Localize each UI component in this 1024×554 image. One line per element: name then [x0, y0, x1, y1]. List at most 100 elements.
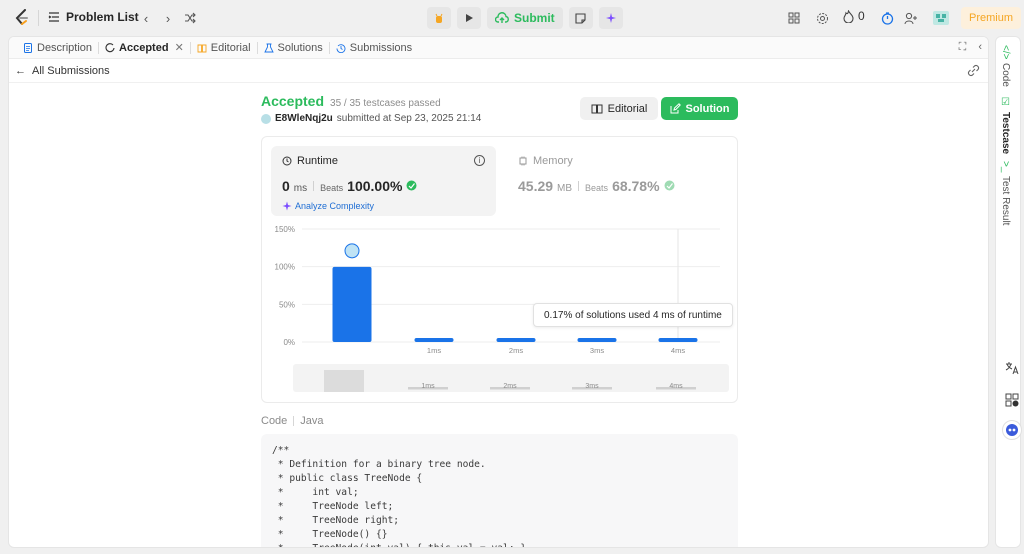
rail-testcase-label: Testcase — [1000, 112, 1011, 155]
editorial-button[interactable]: Editorial — [580, 97, 658, 120]
tab-label: Description — [37, 41, 93, 54]
notes-button[interactable] — [568, 7, 593, 29]
rail-code-label: Code — [1000, 63, 1011, 88]
runtime-title: Runtime — [297, 155, 338, 167]
runtime-value: 0 — [282, 178, 290, 194]
settings-icon[interactable] — [813, 9, 831, 27]
debug-button[interactable] — [427, 7, 451, 29]
runtime-beats-label: Beats — [320, 183, 344, 193]
bug-icon — [435, 13, 443, 23]
runtime-unit: ms — [293, 183, 308, 194]
code-block[interactable]: /** * Definition for a binary tree node.… — [261, 434, 738, 547]
tab-bar-actions: ⛶ ‹ — [959, 41, 982, 54]
avatar[interactable] — [931, 9, 951, 27]
overview-window — [324, 370, 364, 392]
checkbox-icon: ☑ — [1000, 97, 1011, 108]
rail-test-result-tab[interactable]: >_ Test Result — [1000, 161, 1011, 226]
tab-label: Solutions — [277, 41, 323, 54]
all-submissions-label: All Submissions — [32, 64, 110, 77]
premium-button[interactable]: Premium — [961, 7, 1021, 29]
all-submissions-link[interactable]: ← All Submissions — [15, 65, 110, 77]
tab-bar: Description Accepted ✕ Editorial Solutio… — [9, 37, 988, 59]
clock-icon — [282, 156, 292, 166]
username[interactable]: E8WleNqj2u — [275, 113, 333, 124]
streak-counter[interactable]: 0 — [843, 9, 865, 23]
submit-button[interactable]: Submit — [487, 7, 563, 29]
tab-accepted[interactable]: Accepted ✕ — [99, 37, 190, 59]
next-problem-icon[interactable]: › — [160, 10, 176, 26]
shuffle-icon[interactable] — [182, 10, 198, 26]
tab-solutions[interactable]: Solutions — [258, 37, 329, 59]
book-icon — [197, 44, 207, 52]
overview-tick-label: 2ms — [503, 383, 517, 390]
submission-status: Accepted — [261, 93, 325, 109]
chart-tooltip: 0.17% of solutions used 4 ms of runtime — [533, 303, 733, 327]
fire-icon — [843, 9, 854, 23]
rail-testcase-tab[interactable]: ☑ Testcase — [1000, 97, 1011, 154]
sparkle-icon — [282, 201, 292, 211]
add-friend-icon[interactable] — [902, 9, 920, 27]
run-button[interactable] — [457, 7, 481, 29]
close-icon[interactable]: ✕ — [175, 41, 184, 54]
maximize-icon[interactable]: ⛶ — [959, 41, 967, 54]
info-icon[interactable]: i — [474, 155, 485, 166]
overview-tick-label: 1ms — [421, 383, 435, 390]
y-tick-label: 0% — [283, 338, 295, 347]
tab-description[interactable]: Description — [17, 37, 98, 59]
testcases-passed: 35 / 35 testcases passed — [330, 98, 441, 109]
top-nav: Problem List ‹ › Submit 0 Premium — [0, 0, 1024, 36]
sparkle-icon — [605, 13, 616, 23]
overview-tick-label: 4ms — [669, 383, 683, 390]
book-icon — [591, 104, 603, 113]
memory-title: Memory — [533, 155, 573, 167]
code-language: Java — [300, 415, 324, 427]
x-tick-label: 1ms — [427, 346, 441, 355]
user-avatar[interactable] — [261, 113, 271, 124]
tab-label: Editorial — [210, 41, 251, 54]
play-icon — [466, 14, 473, 22]
right-rail: </> Code ☑ Testcase >_ Test Result — [995, 36, 1021, 548]
memory-value: 45.29 — [518, 178, 554, 194]
tab-submissions[interactable]: Submissions — [330, 37, 418, 59]
x-tick-label: 4ms — [671, 346, 685, 355]
run-controls: Submit — [427, 7, 623, 29]
tab-label: Accepted — [119, 41, 169, 54]
tab-editorial[interactable]: Editorial — [191, 37, 257, 59]
code-label: Code — [261, 415, 288, 427]
ai-assist-button[interactable] — [598, 7, 623, 29]
list-icon — [48, 12, 59, 22]
terminal-icon: >_ — [1000, 161, 1011, 173]
rail-code-tab[interactable]: </> Code — [1000, 45, 1011, 87]
runtime-distribution-chart[interactable]: 150% 100% 50% 0% 1ms 2ms 3ms 4ms 1ms 2ms 3ms 4ms 0.… — [262, 223, 739, 403]
sub-header: ← All Submissions — [9, 59, 988, 83]
assistant-icon[interactable] — [1002, 420, 1022, 440]
x-tick-label: 3ms — [590, 346, 604, 355]
runtime-box[interactable]: Runtime i 0 ms Beats 100.00% Analyze Com… — [271, 146, 496, 216]
submit-label: Submit — [514, 11, 555, 25]
y-tick-label: 100% — [275, 263, 295, 272]
solution-label: Solution — [685, 102, 730, 115]
memory-beats: 68.78% — [612, 178, 660, 194]
y-tick-label: 50% — [279, 300, 295, 309]
rail-test-result-label: Test Result — [1000, 176, 1011, 226]
solution-button[interactable]: Solution — [661, 97, 738, 120]
collapse-icon[interactable]: ‹ — [978, 41, 982, 54]
submission-panel: Description Accepted ✕ Editorial Solutio… — [8, 36, 989, 548]
memory-box[interactable]: Memory 45.29 MB Beats 68.78% — [507, 146, 707, 216]
analyze-complexity-link[interactable]: Analyze Complexity — [282, 201, 374, 211]
logo-icon[interactable] — [14, 9, 30, 27]
problem-list-label: Problem List — [66, 10, 139, 24]
translate-icon[interactable] — [1002, 358, 1022, 378]
share-link-icon[interactable] — [967, 64, 980, 80]
layout-icon[interactable] — [785, 9, 803, 27]
timer-icon[interactable] — [878, 9, 896, 27]
submitted-at: submitted at Sep 23, 2025 21:14 — [336, 113, 482, 124]
history-icon — [336, 43, 346, 53]
chip-icon — [519, 156, 527, 166]
chart-bar — [577, 338, 617, 342]
problem-list-button[interactable]: Problem List — [48, 10, 139, 24]
prev-problem-icon[interactable]: ‹ — [138, 10, 154, 26]
extensions-icon[interactable] — [1002, 390, 1022, 410]
editorial-label: Editorial — [607, 102, 648, 115]
submission-content: Accepted 35 / 35 testcases passed E8WleN… — [261, 93, 738, 547]
